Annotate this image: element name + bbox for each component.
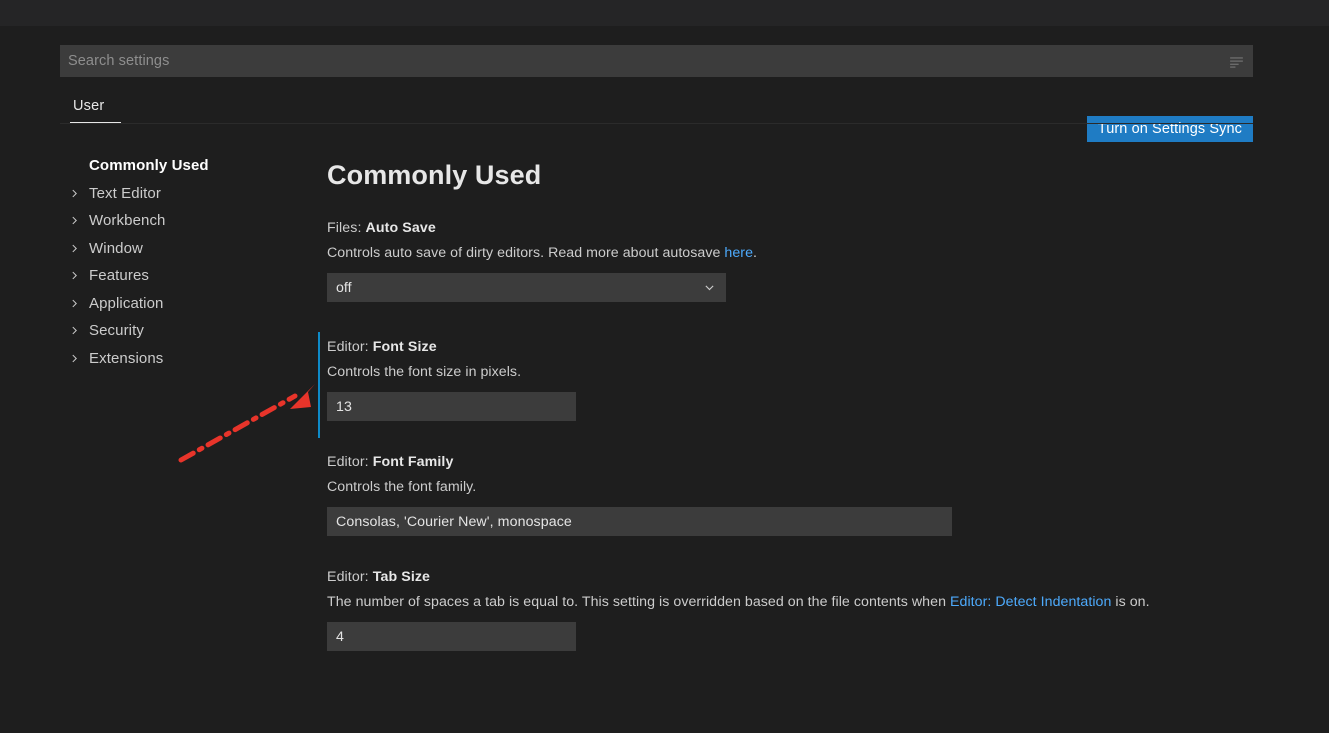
window-title-strip	[0, 0, 1329, 26]
turn-on-settings-sync-button[interactable]: Turn on Settings Sync	[1086, 116, 1253, 142]
auto-save-select-value: off	[336, 279, 352, 296]
setting-title: Editor: Tab Size	[327, 568, 1257, 587]
sidebar-item-features[interactable]: Features	[60, 262, 310, 290]
setting-item-editor-font-size: Editor: Font Size Controls the font size…	[318, 332, 1257, 438]
settings-editor-window: Search settings User Turn on Settings Sy…	[0, 0, 1329, 733]
setting-name: Font Size	[372, 339, 437, 355]
chevron-right-icon	[69, 180, 80, 208]
chevron-right-icon	[69, 345, 80, 373]
setting-item-editor-font-family: Editor: Font Family Controls the font fa…	[327, 453, 1257, 536]
sidebar-item-window[interactable]: Window	[60, 235, 310, 263]
autosave-docs-link[interactable]: here	[724, 245, 753, 261]
sidebar-item-security[interactable]: Security	[60, 317, 310, 345]
filter-icon[interactable]	[1221, 46, 1251, 76]
setting-description: Controls the font family.	[327, 477, 1252, 498]
settings-editor: Search settings User Turn on Settings Sy…	[0, 26, 1329, 733]
settings-toc: Commonly Used Text Editor Workbench Wind…	[60, 152, 310, 372]
sidebar-item-label: Features	[89, 267, 149, 285]
font-size-input[interactable]: 13	[327, 392, 576, 421]
tab-user[interactable]: User	[60, 88, 117, 124]
setting-description: Controls auto save of dirty editors. Rea…	[327, 243, 1252, 264]
sidebar-item-workbench[interactable]: Workbench	[60, 207, 310, 235]
setting-category: Editor:	[327, 339, 373, 355]
chevron-right-icon	[69, 262, 80, 290]
chevron-right-icon	[69, 290, 80, 318]
setting-description-text: Controls auto save of dirty editors. Rea…	[327, 245, 725, 261]
sidebar-item-extensions[interactable]: Extensions	[60, 345, 310, 373]
sidebar-item-label: Extensions	[89, 349, 164, 367]
tab-user-label: User	[73, 98, 105, 114]
setting-control: off	[327, 273, 1257, 302]
setting-category: Editor:	[327, 569, 373, 585]
setting-description-text: The number of spaces a tab is equal to. …	[327, 594, 950, 610]
page-title: Commonly Used	[327, 160, 542, 190]
setting-control: 13	[327, 392, 1257, 421]
sidebar-item-application[interactable]: Application	[60, 290, 310, 318]
sidebar-item-label: Text Editor	[89, 184, 161, 202]
chevron-right-icon	[69, 317, 80, 345]
setting-item-editor-tab-size: Editor: Tab Size The number of spaces a …	[327, 568, 1257, 651]
setting-name: Font Family	[372, 454, 454, 470]
settings-target-tabs: User Turn on Settings Sync	[60, 88, 1253, 142]
setting-name: Tab Size	[372, 569, 431, 585]
setting-name: Auto Save	[365, 220, 436, 236]
font-family-input-value: Consolas, 'Courier New', monospace	[336, 513, 572, 530]
setting-description: The number of spaces a tab is equal to. …	[327, 592, 1252, 613]
sidebar-item-commonly-used[interactable]: Commonly Used	[60, 152, 310, 180]
setting-title: Editor: Font Family	[327, 453, 1257, 472]
search-input[interactable]: Search settings	[60, 45, 1253, 77]
sidebar-item-label: Application	[89, 294, 164, 312]
sidebar-item-label: Security	[89, 322, 144, 340]
auto-save-select[interactable]: off	[327, 273, 726, 302]
setting-category: Editor:	[327, 454, 373, 470]
setting-title: Files: Auto Save	[327, 219, 1257, 238]
chevron-right-icon	[69, 235, 80, 263]
setting-description-text-tail: .	[753, 245, 758, 261]
setting-title: Editor: Font Size	[327, 338, 1257, 357]
setting-description-text: Controls the font family.	[327, 479, 477, 495]
sidebar-item-label: Commonly Used	[89, 157, 209, 175]
tabs-separator	[60, 123, 1253, 124]
search-input-placeholder: Search settings	[68, 53, 170, 69]
setting-description-text-tail: is on.	[1111, 594, 1150, 610]
detect-indentation-link[interactable]: Editor: Detect Indentation	[950, 594, 1111, 610]
sidebar-item-label: Workbench	[89, 212, 166, 230]
search-row: Search settings	[60, 45, 1253, 77]
setting-control: 4	[327, 622, 1257, 651]
font-size-input-value: 13	[336, 398, 352, 415]
setting-description-text: Controls the font size in pixels.	[327, 364, 522, 380]
setting-category: Files:	[327, 220, 366, 236]
chevron-down-icon	[703, 273, 716, 302]
sidebar-item-text-editor[interactable]: Text Editor	[60, 180, 310, 208]
setting-description: Controls the font size in pixels.	[327, 362, 1252, 383]
font-family-input[interactable]: Consolas, 'Courier New', monospace	[327, 507, 952, 536]
settings-list: Commonly Used Files: Auto Save Controls …	[318, 152, 1257, 651]
tab-size-input[interactable]: 4	[327, 622, 576, 651]
setting-control: Consolas, 'Courier New', monospace	[327, 507, 1257, 536]
tab-size-input-value: 4	[336, 628, 344, 645]
setting-item-files-auto-save: Files: Auto Save Controls auto save of d…	[327, 219, 1257, 302]
sidebar-item-label: Window	[89, 239, 143, 257]
chevron-right-icon	[69, 207, 80, 235]
